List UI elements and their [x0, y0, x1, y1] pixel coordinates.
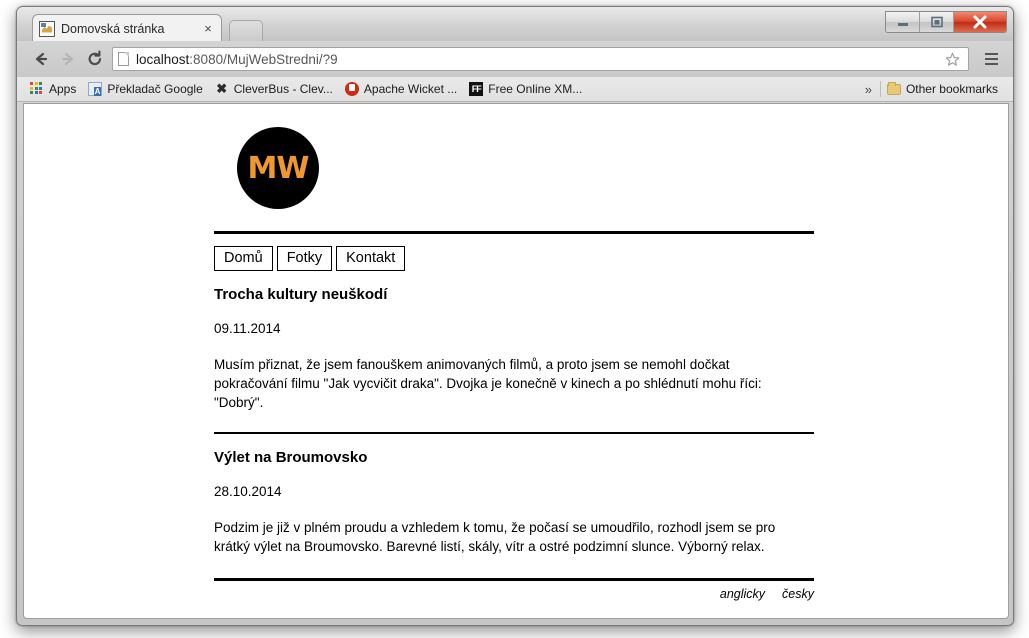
bookmarks-overflow-button[interactable]: »: [857, 82, 880, 97]
browser-toolbar: localhost:8080/MujWebStredni/?9: [17, 41, 1013, 77]
url-path: :8080/MujWebStredni/?9: [189, 51, 338, 67]
reload-button[interactable]: [81, 46, 108, 73]
bookmark-cleverbus[interactable]: ✖ CleverBus - Clev...: [209, 80, 339, 98]
page-document-icon: [118, 52, 129, 66]
close-window-button[interactable]: [954, 12, 1006, 32]
other-bookmarks-label: Other bookmarks: [905, 82, 998, 96]
wicket-favicon-icon: [39, 20, 55, 37]
url-text: localhost:8080/MujWebStredni/?9: [136, 52, 338, 67]
nav-item-photos[interactable]: Fotky: [276, 246, 333, 271]
bookmark-apache-wicket[interactable]: Apache Wicket ...: [339, 80, 463, 98]
article-title: Výlet na Broumovsko: [214, 449, 368, 466]
bookmarks-bar: Apps Překladač Google ✖ CleverBus - Clev…: [17, 77, 1013, 102]
window-controls: [885, 11, 1007, 33]
apps-grid-icon: [30, 82, 44, 96]
nav-item-home[interactable]: Domů: [214, 246, 273, 271]
ff-icon: FF: [469, 82, 484, 96]
folder-icon: [886, 81, 901, 95]
article-date: 28.10.2014: [214, 484, 282, 499]
maximize-button[interactable]: [920, 12, 954, 32]
title-bar: Domovská stránka ×: [17, 7, 1013, 42]
site-logo-text: MW: [247, 150, 310, 186]
address-bar[interactable]: localhost:8080/MujWebStredni/?9: [112, 47, 969, 71]
translate-icon: [88, 82, 103, 96]
language-link-czech[interactable]: česky: [782, 587, 814, 601]
bookmark-label: Překladač Google: [107, 82, 203, 96]
desktop-background: Domovská stránka × localhost:8080/MujWeb…: [0, 0, 1029, 638]
browser-window: Domovská stránka × localhost:8080/MujWeb…: [16, 6, 1014, 626]
other-bookmarks-button[interactable]: Other bookmarks: [881, 80, 1006, 98]
article-divider: [214, 432, 814, 434]
article-body: Musím přiznat, že jsem fanouškem animova…: [214, 357, 762, 410]
browser-tab[interactable]: Domovská stránka ×: [32, 14, 222, 42]
bookmark-label: Apps: [49, 82, 77, 96]
header-divider: [214, 231, 814, 234]
article-body: Podzim je již v plném proudu a vzhledem …: [214, 520, 776, 554]
bookmark-label: Free Online XM...: [488, 82, 583, 96]
forward-button[interactable]: [54, 46, 81, 73]
minimize-button[interactable]: [886, 12, 920, 32]
bookmark-label: CleverBus - Clev...: [233, 82, 333, 96]
website-content: MW Domů Fotky Kontakt Trocha kultury neu…: [214, 104, 818, 601]
bookmark-free-online-xml[interactable]: FF Free Online XM...: [463, 80, 588, 98]
bookmark-label: Apache Wicket ...: [363, 82, 458, 96]
article-item: Výlet na Broumovsko 28.10.2014 Podzim je…: [214, 448, 818, 556]
page-viewport: MW Domů Fotky Kontakt Trocha kultury neu…: [23, 103, 1009, 619]
language-switcher: anglicky česky: [214, 587, 814, 601]
nav-item-contact[interactable]: Kontakt: [336, 246, 406, 271]
url-host: localhost: [136, 51, 190, 67]
language-link-english[interactable]: anglicky: [720, 587, 765, 601]
star-icon[interactable]: [941, 48, 963, 70]
bookmark-translate[interactable]: Překladač Google: [82, 80, 208, 98]
article-item: Trocha kultury neuškodí 09.11.2014 Musím…: [214, 285, 818, 412]
wicket-icon: [344, 82, 359, 96]
article-date: 09.11.2014: [214, 321, 281, 336]
footer-divider: [214, 578, 814, 581]
close-tab-icon[interactable]: ×: [201, 22, 215, 36]
scissors-x-icon: ✖: [216, 81, 228, 96]
hamburger-menu-icon[interactable]: [979, 47, 1003, 71]
bookmark-apps[interactable]: Apps: [24, 80, 82, 98]
article-title: Trocha kultury neuškodí: [214, 286, 388, 303]
site-navigation: Domů Fotky Kontakt: [214, 246, 818, 271]
tab-title: Domovská stránka: [61, 21, 165, 36]
site-logo: MW: [237, 127, 319, 209]
back-button[interactable]: [27, 46, 54, 73]
new-tab-button[interactable]: [229, 20, 263, 41]
